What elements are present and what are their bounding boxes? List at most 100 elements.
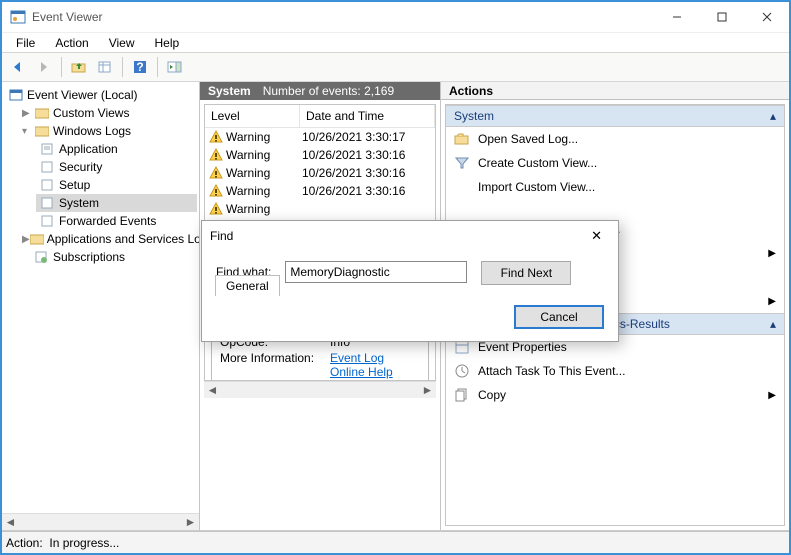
cell-level: Warning (226, 166, 270, 180)
dialog-close-icon[interactable]: ✕ (583, 224, 610, 248)
blank-icon (454, 179, 470, 195)
log-icon (40, 141, 56, 157)
action-pane-icon[interactable] (163, 55, 187, 79)
chevron-right-icon: ▶ (768, 248, 776, 259)
tree-system[interactable]: System (36, 194, 197, 212)
cell-level: Warning (226, 148, 270, 162)
collapse-icon[interactable]: ▾ (22, 126, 34, 137)
dialog-titlebar: Find ✕ (202, 221, 618, 251)
find-next-button[interactable]: Find Next (481, 261, 571, 285)
task-icon (454, 363, 470, 379)
actions-title: Actions (441, 82, 789, 100)
events-header-name: System (208, 84, 251, 98)
menu-action[interactable]: Action (47, 34, 96, 52)
tree-label: Application (59, 142, 118, 156)
events-grid: Level Date and Time Warning10/26/2021 3:… (204, 104, 436, 230)
tree-apps-services[interactable]: ▶ Applications and Services Logs (18, 230, 197, 248)
window-title: Event Viewer (32, 10, 654, 24)
chevron-right-icon: ▶ (768, 390, 776, 401)
events-header: System Number of events: 2,169 (200, 82, 440, 100)
menu-view[interactable]: View (101, 34, 143, 52)
find-what-input[interactable] (285, 261, 467, 283)
events-header-count: Number of events: 2,169 (263, 84, 394, 98)
tree-subscriptions[interactable]: ▶ Subscriptions (18, 248, 197, 266)
table-row[interactable]: Warning (205, 200, 435, 218)
app-icon (10, 9, 26, 25)
cell-date: 10/26/2021 3:30:16 (300, 184, 435, 198)
navigation-tree-pane: Event Viewer (Local) ▶ Custom Views ▾ Wi… (2, 82, 200, 530)
folder-icon (30, 231, 44, 247)
tree-label: Security (59, 160, 102, 174)
tree-custom-views[interactable]: ▶ Custom Views (18, 104, 197, 122)
tree-label: Forwarded Events (59, 214, 156, 228)
copy-icon (454, 387, 470, 403)
maximize-button[interactable] (699, 2, 744, 32)
kv-more-k: More Information: (220, 351, 330, 379)
log-icon (40, 159, 56, 175)
menu-file[interactable]: File (8, 34, 43, 52)
funnel-icon (454, 155, 470, 171)
subscriptions-icon (34, 249, 50, 265)
preview-h-scroll[interactable]: ◄► (204, 381, 436, 398)
tree-label: Setup (59, 178, 90, 192)
tree-security[interactable]: Security (36, 158, 197, 176)
collapse-icon[interactable]: ▴ (770, 109, 776, 123)
back-button[interactable] (6, 55, 30, 79)
action-attach-task-event[interactable]: Attach Task To This Event... (446, 359, 784, 383)
action-create-custom-view[interactable]: Create Custom View... (446, 151, 784, 175)
tree-forwarded[interactable]: Forwarded Events (36, 212, 197, 230)
col-level[interactable]: Level (205, 105, 300, 127)
tree-root-label: Event Viewer (Local) (27, 88, 138, 102)
expand-icon[interactable]: ▶ (22, 234, 30, 245)
help-icon[interactable]: ? (128, 55, 152, 79)
log-icon (40, 195, 56, 211)
table-row[interactable]: Warning10/26/2021 3:30:17 (205, 128, 435, 146)
event-viewer-window: Event Viewer File Action View Help ? (0, 0, 791, 555)
forward-button[interactable] (32, 55, 56, 79)
minimize-button[interactable] (654, 2, 699, 32)
table-row[interactable]: Warning10/26/2021 3:30:16 (205, 182, 435, 200)
dialog-title: Find (210, 229, 233, 243)
tree-label: Applications and Services Logs (47, 232, 199, 246)
chevron-right-icon: ▶ (768, 296, 776, 307)
action-copy[interactable]: Copy ▶ (446, 383, 784, 407)
status-bar: Action: In progress... (2, 531, 789, 553)
action-import-custom-view[interactable]: Import Custom View... (446, 175, 784, 199)
tree-label: Windows Logs (53, 124, 131, 138)
tree-setup[interactable]: Setup (36, 176, 197, 194)
cell-level: Warning (226, 202, 270, 216)
table-row[interactable]: Warning10/26/2021 3:30:16 (205, 146, 435, 164)
log-icon (40, 213, 56, 229)
action-label: Attach Task To This Event... (478, 364, 625, 378)
tree-windows-logs[interactable]: ▾ Windows Logs (18, 122, 197, 140)
toolbar: ? (2, 52, 789, 82)
close-button[interactable] (744, 2, 789, 32)
tab-general[interactable]: General (215, 275, 280, 296)
cancel-button[interactable]: Cancel (514, 305, 604, 329)
action-label: Copy (478, 388, 506, 402)
folder-open-icon (454, 131, 470, 147)
cell-level: Warning (226, 130, 270, 144)
h-scrollbar[interactable]: ◄► (2, 513, 199, 530)
actions-section-system[interactable]: System ▴ (446, 105, 784, 127)
folder-up-icon[interactable] (67, 55, 91, 79)
collapse-icon[interactable]: ▴ (770, 317, 776, 331)
kv-more-v[interactable]: Event Log Online Help (330, 351, 420, 379)
action-open-saved-log[interactable]: Open Saved Log... (446, 127, 784, 151)
properties-icon[interactable] (93, 55, 117, 79)
status-label: Action: (6, 536, 43, 550)
tree-label: Subscriptions (53, 250, 125, 264)
tree-application[interactable]: Application (36, 140, 197, 158)
svg-text:?: ? (136, 60, 143, 74)
section-label: System (454, 109, 494, 123)
action-label: Open Saved Log... (478, 132, 578, 146)
tree-label: System (59, 196, 99, 210)
col-date[interactable]: Date and Time (300, 105, 435, 127)
menu-help[interactable]: Help (147, 34, 188, 52)
tree-root[interactable]: Event Viewer (Local) (4, 86, 197, 104)
action-label: Event Properties (478, 340, 567, 354)
action-label: Create Custom View... (478, 156, 597, 170)
action-label: Import Custom View... (478, 180, 595, 194)
table-row[interactable]: Warning10/26/2021 3:30:16 (205, 164, 435, 182)
expand-icon[interactable]: ▶ (22, 108, 34, 119)
